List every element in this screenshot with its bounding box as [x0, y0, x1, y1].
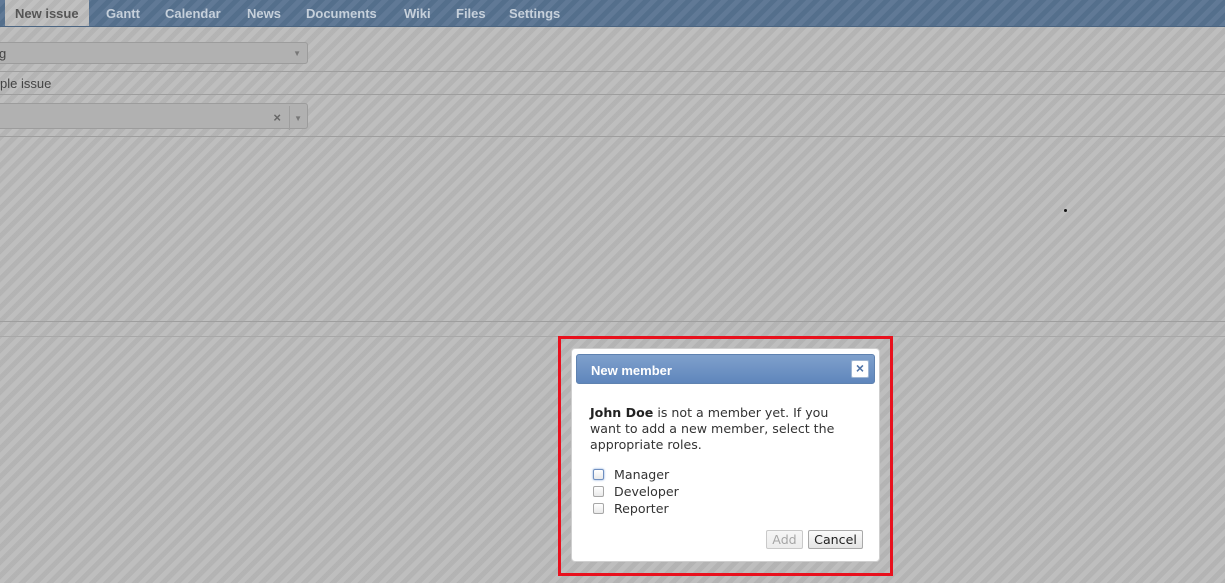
role-label-manager: Manager: [614, 467, 670, 482]
clear-icon[interactable]: ×: [273, 110, 281, 125]
role-label-developer: Developer: [614, 484, 679, 499]
user-name: John Doe: [590, 405, 654, 420]
dialog-titlebar: New member ×: [576, 354, 875, 384]
form-divider: [0, 136, 1225, 137]
tab-files[interactable]: Files: [456, 0, 486, 26]
tab-settings[interactable]: Settings: [509, 0, 560, 26]
stray-dot: [1064, 209, 1067, 212]
main-menu-tabs: New issue Gantt Calendar News Documents …: [0, 0, 1225, 27]
chevron-down-icon[interactable]: ▼: [294, 114, 302, 123]
tab-new-issue[interactable]: New issue: [5, 0, 89, 26]
subject-text: ple issue: [0, 76, 52, 91]
tab-news[interactable]: News: [247, 0, 281, 26]
new-member-dialog: New member × John Doe is not a member ye…: [571, 348, 880, 562]
form-divider: [0, 94, 1225, 95]
dialog-title: New member: [591, 363, 672, 378]
dialog-message: John Doe is not a member yet. If you wan…: [590, 405, 860, 453]
chevron-down-icon: ▼: [293, 49, 301, 58]
assignee-select[interactable]: × ▼: [0, 103, 308, 130]
close-icon[interactable]: ×: [851, 360, 869, 378]
tab-gantt[interactable]: Gantt: [106, 0, 140, 26]
add-button[interactable]: Add: [766, 530, 803, 549]
form-divider: [0, 71, 1225, 72]
checkbox-manager[interactable]: [593, 469, 604, 480]
checkbox-reporter[interactable]: [593, 503, 604, 514]
tab-documents[interactable]: Documents: [306, 0, 377, 26]
form-divider: [0, 321, 1225, 322]
dropdown-separator: [289, 106, 290, 130]
tab-wiki[interactable]: Wiki: [404, 0, 431, 26]
tracker-select-value: g: [0, 46, 7, 61]
role-label-reporter: Reporter: [614, 501, 669, 516]
checkbox-developer[interactable]: [593, 486, 604, 497]
cancel-button[interactable]: Cancel: [808, 530, 863, 549]
tab-calendar[interactable]: Calendar: [165, 0, 221, 26]
tracker-select[interactable]: g ▼: [0, 42, 308, 64]
